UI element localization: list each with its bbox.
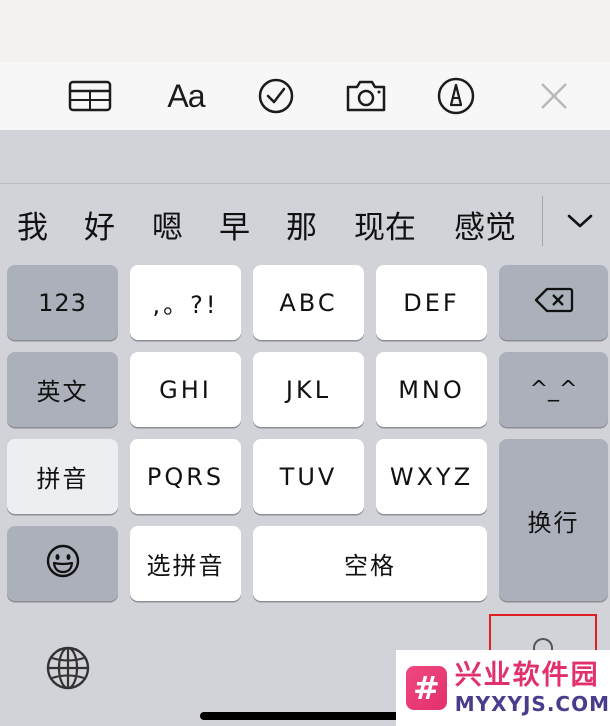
abc-key-label: ABC xyxy=(279,288,338,317)
candidate-item[interactable]: 那 xyxy=(286,202,317,247)
globe-icon[interactable] xyxy=(44,644,92,692)
abc-key[interactable]: ABC xyxy=(253,265,364,340)
space-key[interactable]: 空格 xyxy=(253,526,487,601)
emoji-key[interactable] xyxy=(7,526,118,601)
notes-toolbar: Aa xyxy=(0,62,610,130)
candidate-divider xyxy=(542,196,543,246)
table-icon[interactable] xyxy=(68,76,112,116)
close-icon[interactable] xyxy=(532,76,576,116)
watermark-subtitle: MYXYJS.COM xyxy=(454,692,610,716)
keyboard-top-area xyxy=(0,130,610,184)
ghi-key[interactable]: GHI xyxy=(130,352,241,427)
punctuation-key[interactable]: ,。?! xyxy=(130,265,241,340)
candidate-item[interactable]: 早 xyxy=(219,202,250,247)
select-pinyin-key-label: 选拼音 xyxy=(146,552,225,580)
numbers-key-label: 123 xyxy=(38,288,87,317)
def-key-label: DEF xyxy=(403,288,460,317)
text-format-icon[interactable]: Aa xyxy=(162,76,210,116)
english-key[interactable]: 英文 xyxy=(7,352,118,427)
english-key-label: 英文 xyxy=(36,378,89,406)
pqrs-key[interactable]: PQRS xyxy=(130,439,241,514)
punctuation-key-label: ,。?! xyxy=(152,291,219,319)
pinyin-key[interactable]: 拼音 xyxy=(7,439,118,514)
tuv-key[interactable]: TUV xyxy=(253,439,364,514)
jkl-key-label: JKL xyxy=(285,375,332,404)
candidate-item[interactable]: 嗯 xyxy=(152,202,183,247)
home-indicator[interactable] xyxy=(200,712,410,720)
candidate-item[interactable]: 现在 xyxy=(354,202,416,247)
ghi-key-label: GHI xyxy=(159,375,212,404)
def-key[interactable]: DEF xyxy=(376,265,487,340)
pqrs-key-label: PQRS xyxy=(146,462,225,491)
watermark-title: 兴业软件园 xyxy=(454,660,600,691)
candidate-item[interactable]: 我 xyxy=(17,202,48,247)
return-key[interactable]: 换行 xyxy=(499,439,608,601)
watermark-text: 兴业软件园 MYXYJS.COM xyxy=(455,662,610,714)
mno-key[interactable]: MNO xyxy=(376,352,487,427)
checklist-icon[interactable] xyxy=(254,76,298,116)
markup-pen-icon[interactable] xyxy=(434,76,478,116)
wxyz-key[interactable]: WXYZ xyxy=(376,439,487,514)
candidate-item[interactable]: 感觉 xyxy=(454,202,516,247)
candidate-bar: 我 好 嗯 早 那 现在 感觉 xyxy=(0,184,610,258)
space-key-label: 空格 xyxy=(344,552,396,580)
return-key-label: 换行 xyxy=(527,508,580,537)
emoticon-key[interactable]: ^_^ xyxy=(499,352,608,427)
candidate-item[interactable]: 好 xyxy=(84,202,115,247)
delete-key[interactable] xyxy=(499,265,608,340)
camera-icon[interactable] xyxy=(344,76,388,116)
watermark: # 兴业软件园 MYXYJS.COM xyxy=(396,650,610,726)
numbers-key[interactable]: 123 xyxy=(7,265,118,340)
wxyz-key-label: WXYZ xyxy=(389,462,474,491)
mno-key-label: MNO xyxy=(398,375,465,404)
watermark-logo: # xyxy=(406,666,447,710)
tuv-key-label: TUV xyxy=(279,462,338,491)
background-strip xyxy=(0,0,610,62)
select-pinyin-key[interactable]: 选拼音 xyxy=(130,526,241,601)
pinyin-key-label: 拼音 xyxy=(36,465,89,493)
delete-icon xyxy=(534,286,574,320)
jkl-key[interactable]: JKL xyxy=(253,352,364,427)
chevron-down-icon[interactable] xyxy=(560,204,600,238)
emoji-icon xyxy=(45,543,81,585)
emoticon-key-label: ^_^ xyxy=(529,377,578,402)
